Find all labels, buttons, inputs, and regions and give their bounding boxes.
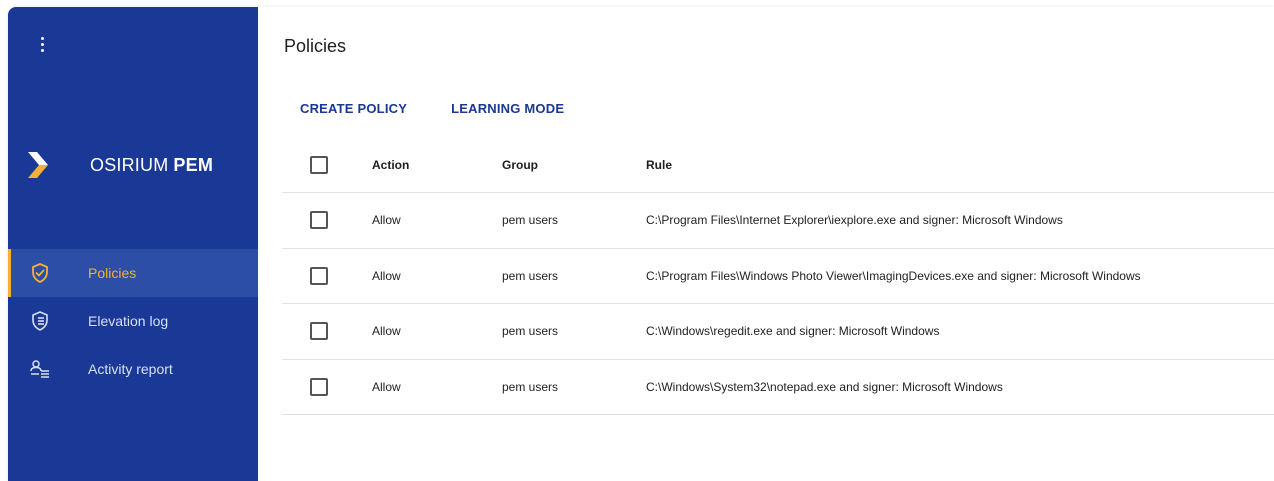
sidebar-item-elevation-log[interactable]: Elevation log [8,297,258,345]
sidebar-item-label: Policies [88,265,137,281]
rule-cell: C:\Program Files\Windows Photo Viewer\Im… [646,268,1141,283]
app-window: OSIRIUM PEM Policies Elevation log Activ… [8,7,1274,481]
shield-check-icon [30,263,50,283]
group-cell: pem users [502,268,559,283]
action-cell: Allow [372,324,401,339]
policies-table: Action Group Rule Allow pem users C:\Pro… [282,137,1274,415]
table-header-row: Action Group Rule [282,137,1274,193]
learning-mode-button[interactable]: LEARNING MODE [451,99,564,118]
table-row[interactable]: Allow pem users C:\Program Files\Interne… [282,193,1274,249]
action-cell: Allow [372,213,401,228]
more-menu-icon[interactable] [34,33,50,55]
user-list-icon [30,359,50,379]
brand-name: OSIRIUM PEM [90,155,213,176]
sidebar-item-label: Elevation log [88,313,169,329]
column-header-rule[interactable]: Rule [646,158,672,172]
brand-product-text: PEM [173,154,214,175]
table-row[interactable]: Allow pem users C:\Program Files\Windows… [282,249,1274,304]
rule-cell: C:\Windows\System32\notepad.exe and sign… [646,379,1003,394]
sidebar-item-label: Activity report [88,361,173,377]
rule-cell: C:\Program Files\Internet Explorer\iexpl… [646,213,1063,228]
group-cell: pem users [502,324,559,339]
sidebar-item-activity-report[interactable]: Activity report [8,345,258,393]
brand: OSIRIUM PEM [28,151,213,179]
page-title: Policies [284,36,347,56]
column-header-action[interactable]: Action [372,158,409,172]
sidebar-item-policies[interactable]: Policies [8,249,258,297]
row-checkbox[interactable] [310,211,328,230]
create-policy-button[interactable]: CREATE POLICY [300,99,407,118]
sidebar-nav: Policies Elevation log Activity report [8,249,258,393]
rule-cell: C:\Windows\regedit.exe and signer: Micro… [646,324,940,339]
row-checkbox[interactable] [310,377,328,396]
brand-name-text: OSIRIUM [90,154,169,175]
log-icon [30,311,50,331]
toolbar: CREATE POLICY LEARNING MODE [300,99,564,118]
action-cell: Allow [372,379,401,394]
action-cell: Allow [372,268,401,283]
table-row[interactable]: Allow pem users C:\Windows\System32\note… [282,360,1274,415]
column-header-group[interactable]: Group [502,158,538,172]
select-all-checkbox[interactable] [310,155,328,174]
group-cell: pem users [502,379,559,394]
table-row[interactable]: Allow pem users C:\Windows\regedit.exe a… [282,304,1274,360]
sidebar: OSIRIUM PEM Policies Elevation log Activ… [8,7,258,481]
group-cell: pem users [502,213,559,228]
row-checkbox[interactable] [310,266,328,285]
main-content: Policies CREATE POLICY LEARNING MODE Act… [258,7,1274,481]
row-checkbox[interactable] [310,322,328,341]
osirium-logo-icon [28,152,48,178]
